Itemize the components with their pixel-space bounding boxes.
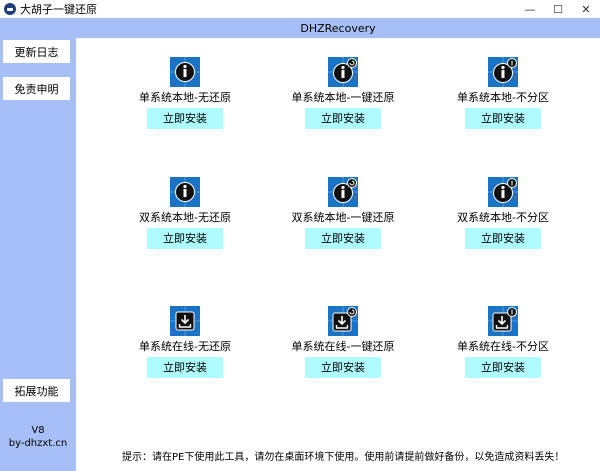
tile-label: 双系统本地-不分区	[457, 211, 549, 224]
sidebar: 更新日志 免责申明 拓展功能 V8 by-dhzxt.cn	[0, 18, 76, 471]
tile-single-local-one-key-restore: 单系统本地-一键还原 立即安装	[278, 57, 408, 129]
app-logo-icon	[4, 3, 16, 15]
window-controls: — ☐ ✕	[516, 0, 600, 18]
tile-dual-local-no-partition: 双系统本地-不分区 立即安装	[438, 177, 568, 249]
tile-label: 单系统在线-一键还原	[291, 340, 395, 353]
tile-single-online-no-partition: 单系统在线-不分区 立即安装	[438, 306, 568, 378]
disclaimer-button[interactable]: 免责申明	[3, 77, 70, 100]
info-icon	[170, 57, 200, 87]
window-title: 大胡子一键还原	[20, 3, 97, 16]
changelog-button[interactable]: 更新日志	[3, 40, 70, 63]
usage-tip: 提示：请在PE下使用此工具，请勿在桌面环境下使用。使用前请提前做好备份，以免造成…	[122, 452, 565, 463]
info-partition-icon	[488, 57, 518, 87]
install-button[interactable]: 立即安装	[147, 228, 223, 249]
tile-single-online-one-key-restore: 单系统在线-一键还原 立即安装	[278, 306, 408, 378]
download-partition-icon	[488, 306, 518, 336]
tile-label: 单系统在线-无还原	[139, 340, 231, 353]
install-button[interactable]: 立即安装	[465, 228, 541, 249]
minimize-button[interactable]: —	[516, 0, 544, 18]
site-label: by-dhzxt.cn	[8, 438, 68, 449]
info-partition-icon	[488, 177, 518, 207]
maximize-button[interactable]: ☐	[544, 0, 572, 18]
info-icon	[170, 177, 200, 207]
tile-single-local-no-restore: 单系统本地-无还原 立即安装	[120, 57, 250, 129]
tile-label: 单系统本地-无还原	[139, 91, 231, 104]
install-button[interactable]: 立即安装	[147, 357, 223, 378]
download-icon	[170, 306, 200, 336]
tile-single-local-no-partition: 单系统本地-不分区 立即安装	[438, 57, 568, 129]
tile-dual-local-one-key-restore: 双系统本地-一键还原 立即安装	[278, 177, 408, 249]
tile-dual-local-no-restore: 双系统本地-无还原 立即安装	[120, 177, 250, 249]
tile-label: 双系统本地-无还原	[139, 211, 231, 224]
version-label: V8	[31, 425, 45, 436]
tile-label: 单系统本地-一键还原	[291, 91, 395, 104]
tile-label: 单系统在线-不分区	[457, 340, 549, 353]
title-bar: 大胡子一键还原 — ☐ ✕	[0, 0, 600, 18]
install-button[interactable]: 立即安装	[147, 108, 223, 129]
download-restore-icon	[328, 306, 358, 336]
info-restore-icon	[328, 57, 358, 87]
tile-label: 单系统本地-不分区	[457, 91, 549, 104]
tile-single-online-no-restore: 单系统在线-无还原 立即安装	[120, 306, 250, 378]
tile-label: 双系统本地-一键还原	[291, 211, 395, 224]
install-button[interactable]: 立即安装	[305, 228, 381, 249]
info-restore-icon	[328, 177, 358, 207]
install-button[interactable]: 立即安装	[465, 108, 541, 129]
install-button[interactable]: 立即安装	[305, 108, 381, 129]
install-button[interactable]: 立即安装	[465, 357, 541, 378]
install-button[interactable]: 立即安装	[305, 357, 381, 378]
app-header: DHZRecovery	[76, 18, 600, 38]
close-button[interactable]: ✕	[572, 0, 600, 18]
extensions-button[interactable]: 拓展功能	[3, 379, 70, 402]
